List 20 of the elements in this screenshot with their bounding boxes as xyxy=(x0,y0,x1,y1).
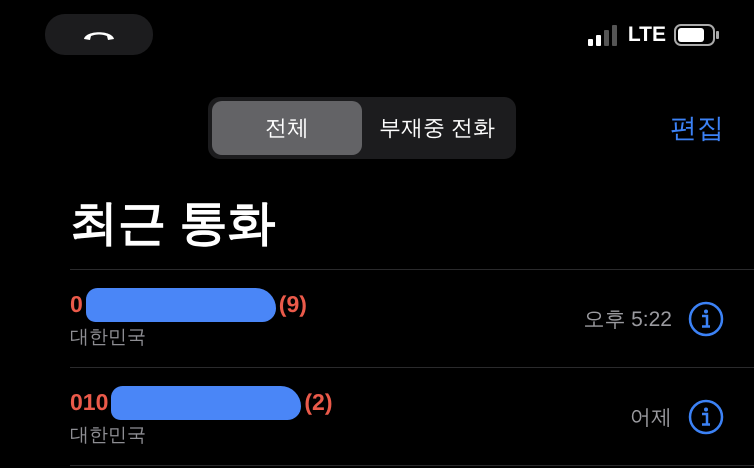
call-count: (2) xyxy=(304,389,332,416)
edit-button[interactable]: 편집 xyxy=(670,110,724,146)
info-icon xyxy=(688,398,724,434)
segment-tab[interactable]: 전체 xyxy=(212,101,362,155)
call-time: 오후 5:22 xyxy=(583,306,672,332)
page-title: 최근 통화 xyxy=(70,196,276,252)
network-label: LTE xyxy=(628,22,666,46)
call-count: (9) xyxy=(278,291,307,318)
call-location: 대한민국 xyxy=(70,326,147,350)
info-button[interactable] xyxy=(688,398,724,434)
info-icon xyxy=(688,300,724,336)
segment-tab[interactable]: 부재중 전화 xyxy=(362,101,512,155)
phone-number: 0 xyxy=(70,291,83,318)
call-pill[interactable] xyxy=(45,14,153,55)
phone-number: 010 xyxy=(70,389,108,416)
signal-icon xyxy=(588,24,620,46)
battery-icon xyxy=(674,24,720,46)
call-location: 대한민국 xyxy=(70,424,147,448)
info-button[interactable] xyxy=(688,300,724,336)
call-time: 어제 xyxy=(630,404,672,430)
